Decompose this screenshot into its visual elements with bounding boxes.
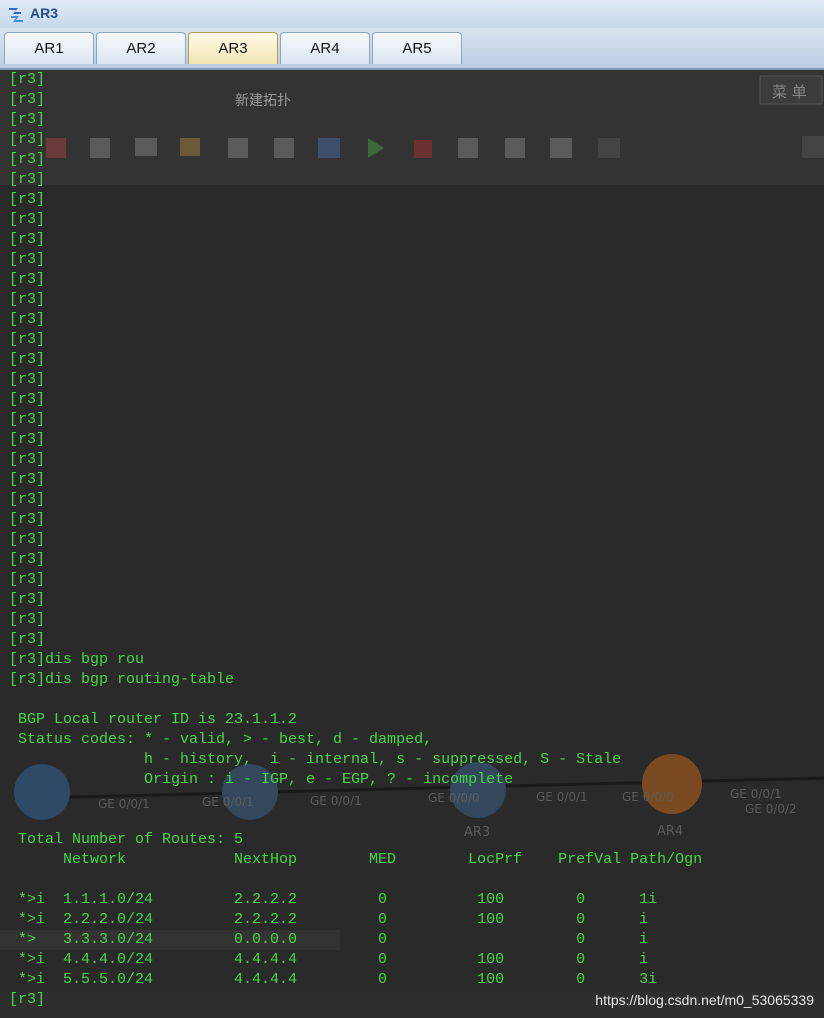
tab-ar2[interactable]: AR2 xyxy=(96,32,186,64)
terminal-line: [r3] xyxy=(9,451,46,468)
terminal-line: [r3] xyxy=(9,311,46,328)
tab-ar3[interactable]: AR3 xyxy=(188,32,278,64)
terminal-line: [r3] xyxy=(9,631,46,648)
terminal-line: *>i 1.1.1.0/24 2.2.2.2 0 100 0 1i xyxy=(9,891,658,908)
terminal-line: BGP Local router ID is 23.1.1.2 xyxy=(9,711,298,728)
terminal-line: [r3] xyxy=(9,411,46,428)
terminal-console[interactable]: 新建拓扑 菜 单 GE 0/0/1 GE 0/0/1 GE 0/0/1 GE 0… xyxy=(0,70,824,1018)
terminal-line: h - history, i - internal, s - suppresse… xyxy=(9,751,622,768)
terminal-line: [r3]dis bgp rou xyxy=(9,651,145,668)
port-label: GE 0/0/2 xyxy=(745,802,797,816)
tab-ar1[interactable]: AR1 xyxy=(4,32,94,64)
menu-button: 菜 单 xyxy=(772,83,807,101)
port-label: GE 0/0/1 xyxy=(730,787,782,801)
terminal-line: [r3] xyxy=(9,571,46,588)
terminal-line: [r3] xyxy=(9,491,46,508)
terminal-line: Network NextHop MED LocPrf PrefVal Path/… xyxy=(9,851,703,868)
terminal-line: [r3] xyxy=(9,291,46,308)
terminal-line: Origin : i - IGP, e - EGP, ? - incomplet… xyxy=(9,771,514,788)
window-titlebar: AR3 xyxy=(0,0,824,29)
terminal-line: [r3] xyxy=(9,231,46,248)
terminal-line: [r3] xyxy=(9,551,46,568)
terminal-line: [r3] xyxy=(9,371,46,388)
watermark: https://blog.csdn.net/m0_53065339 xyxy=(595,992,814,1008)
terminal-line: [r3] xyxy=(9,611,46,628)
terminal-line: [r3] xyxy=(9,431,46,448)
device-tab-strip: AR1 AR2 AR3 AR4 AR5 xyxy=(0,28,824,70)
terminal-line: [r3] xyxy=(9,351,46,368)
toolbar-icon xyxy=(802,136,824,158)
terminal-line: [r3] xyxy=(9,151,46,168)
terminal-line: [r3] xyxy=(9,71,46,88)
terminal-line: [r3] xyxy=(9,591,46,608)
terminal-line: [r3]dis bgp routing-table xyxy=(9,671,235,688)
terminal-line: Status codes: * - valid, > - best, d - d… xyxy=(9,731,433,748)
tab-ar5[interactable]: AR5 xyxy=(372,32,462,64)
terminal-line: [r3] xyxy=(9,391,46,408)
terminal-line: [r3] xyxy=(9,171,46,188)
terminal-line: *>i 2.2.2.0/24 2.2.2.2 0 100 0 i xyxy=(9,911,649,928)
terminal-line: [r3] xyxy=(9,111,46,128)
tab-ar4[interactable]: AR4 xyxy=(280,32,370,64)
terminal-line: *> 3.3.3.0/24 0.0.0.0 0 0 i xyxy=(9,931,649,948)
terminal-line: [r3] xyxy=(9,211,46,228)
terminal-line: Total Number of Routes: 5 xyxy=(9,831,244,848)
terminal-line: *>i 5.5.5.0/24 4.4.4.4 0 100 0 3i xyxy=(9,971,658,988)
terminal-line: [r3] xyxy=(9,91,46,108)
terminal-line: [r3] xyxy=(9,511,46,528)
terminal-line: [r3] xyxy=(9,271,46,288)
window-title: AR3 xyxy=(30,5,59,21)
router-app-icon xyxy=(9,8,23,22)
terminal-line: [r3] xyxy=(9,531,46,548)
terminal-line: *>i 4.4.4.0/24 4.4.4.4 0 100 0 i xyxy=(9,951,649,968)
terminal-line: [r3] xyxy=(9,131,46,148)
terminal-line: [r3] xyxy=(9,471,46,488)
terminal-line: [r3] xyxy=(9,191,46,208)
terminal-output: [r3] [r3] [r3] [r3] [r3] [r3] [r3] [r3] [r3] [r3]… xyxy=(9,70,702,1010)
terminal-line: [r3] xyxy=(9,251,46,268)
terminal-line: [r3] xyxy=(9,331,46,348)
